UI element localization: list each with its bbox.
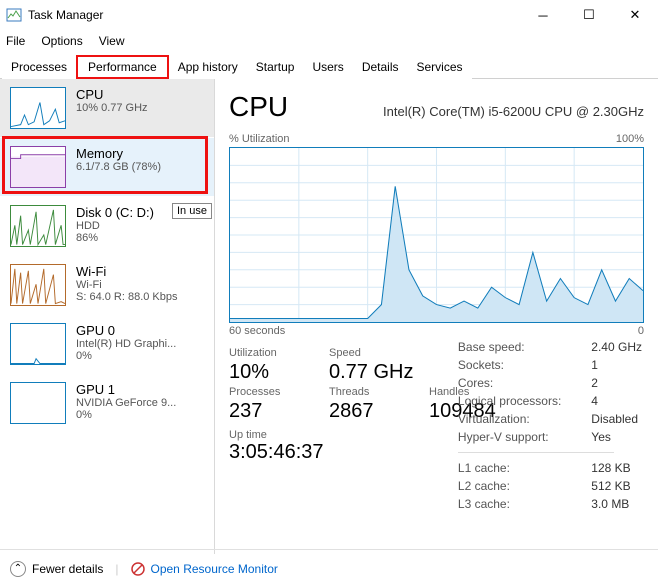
maximize-button[interactable]: ☐ — [566, 0, 612, 30]
tab-details[interactable]: Details — [353, 55, 408, 79]
utilization-value: 10% — [229, 361, 329, 384]
tab-processes[interactable]: Processes — [2, 55, 76, 79]
l3-label: L3 cache: — [458, 496, 589, 512]
wifi-thumb-icon — [10, 264, 66, 306]
disk-tooltip: In use — [172, 203, 212, 219]
speed-label: Speed — [329, 347, 429, 359]
hyperv-label: Hyper-V support: — [458, 429, 589, 445]
sidebar-cpu-sub: 10% 0.77 GHz — [76, 102, 148, 114]
sockets-value: 1 — [591, 357, 642, 373]
chart-label-top-right: 100% — [616, 133, 644, 145]
chart-label-bottom-right: 0 — [638, 325, 644, 337]
menu-view[interactable]: View — [99, 34, 125, 48]
tab-services[interactable]: Services — [408, 55, 472, 79]
gpu1-thumb-icon — [10, 382, 66, 424]
l1-label: L1 cache: — [458, 460, 589, 476]
sidebar-wifi-sub1: Wi-Fi — [76, 279, 178, 291]
cores-label: Cores: — [458, 375, 589, 391]
sidebar-memory-sub: 6.1/7.8 GB (78%) — [76, 161, 161, 173]
task-manager-icon — [6, 7, 22, 23]
l2-value: 512 KB — [591, 478, 642, 494]
sidebar-memory-title: Memory — [76, 146, 161, 161]
footer: ⌃ Fewer details | Open Resource Monitor — [0, 549, 658, 587]
sidebar-gpu0-sub1: Intel(R) HD Graphi... — [76, 338, 176, 350]
open-resource-monitor-link[interactable]: Open Resource Monitor — [151, 562, 278, 576]
sidebar: CPU 10% 0.77 GHz Memory 6.1/7.8 GB (78%)… — [0, 79, 215, 554]
sidebar-disk-sub1: HDD — [76, 220, 154, 232]
sockets-label: Sockets: — [458, 357, 589, 373]
menu-file[interactable]: File — [6, 34, 25, 48]
cpu-chart[interactable] — [229, 147, 644, 323]
sidebar-gpu1-sub2: 0% — [76, 409, 176, 421]
menu-options[interactable]: Options — [41, 34, 82, 48]
l3-value: 3.0 MB — [591, 496, 642, 512]
chevron-up-icon[interactable]: ⌃ — [10, 561, 26, 577]
titlebar: Task Manager ─ ☐ ✕ — [0, 0, 658, 30]
chart-label-bottom-left: 60 seconds — [229, 325, 285, 337]
virtualization-label: Virtualization: — [458, 411, 589, 427]
sidebar-gpu0-title: GPU 0 — [76, 323, 176, 338]
sidebar-disk-title: Disk 0 (C: D:) — [76, 205, 154, 220]
sidebar-gpu1-title: GPU 1 — [76, 382, 176, 397]
sidebar-item-wifi[interactable]: Wi-Fi Wi-Fi S: 64.0 R: 88.0 Kbps — [0, 256, 214, 315]
resource-monitor-icon — [131, 562, 145, 576]
sidebar-item-memory[interactable]: Memory 6.1/7.8 GB (78%) — [0, 138, 214, 197]
l2-label: L2 cache: — [458, 478, 589, 494]
logical-value: 4 — [591, 393, 642, 409]
sidebar-wifi-title: Wi-Fi — [76, 264, 178, 279]
tab-users[interactable]: Users — [303, 55, 352, 79]
main: CPU 10% 0.77 GHz Memory 6.1/7.8 GB (78%)… — [0, 79, 658, 554]
logical-label: Logical processors: — [458, 393, 589, 409]
fewer-details-link[interactable]: Fewer details — [32, 562, 103, 576]
detail-model: Intel(R) Core(TM) i5-6200U CPU @ 2.30GHz — [383, 104, 644, 119]
chart-label-top-left: % Utilization — [229, 133, 290, 145]
window-title: Task Manager — [28, 8, 103, 22]
tab-performance[interactable]: Performance — [76, 55, 169, 79]
sidebar-item-gpu0[interactable]: GPU 0 Intel(R) HD Graphi... 0% — [0, 315, 214, 374]
base-speed-label: Base speed: — [458, 339, 589, 355]
disk-thumb-icon — [10, 205, 66, 247]
sidebar-item-cpu[interactable]: CPU 10% 0.77 GHz — [0, 79, 214, 138]
right-stats: Base speed:2.40 GHz Sockets:1 Cores:2 Lo… — [456, 337, 644, 514]
utilization-label: Utilization — [229, 347, 329, 359]
memory-thumb-icon — [10, 146, 66, 188]
tab-startup[interactable]: Startup — [247, 55, 304, 79]
cpu-thumb-icon — [10, 87, 66, 129]
detail-pane: CPU Intel(R) Core(TM) i5-6200U CPU @ 2.3… — [215, 79, 658, 554]
processes-label: Processes — [229, 386, 329, 398]
detail-title: CPU — [229, 91, 288, 123]
menubar: File Options View — [0, 30, 658, 52]
tab-app-history[interactable]: App history — [169, 55, 247, 79]
sidebar-cpu-title: CPU — [76, 87, 148, 102]
sidebar-disk-sub2: 86% — [76, 232, 154, 244]
minimize-button[interactable]: ─ — [520, 0, 566, 30]
sidebar-item-gpu1[interactable]: GPU 1 NVIDIA GeForce 9... 0% — [0, 374, 214, 433]
threads-label: Threads — [329, 386, 429, 398]
sidebar-wifi-sub2: S: 64.0 R: 88.0 Kbps — [76, 291, 178, 303]
threads-value: 2867 — [329, 400, 429, 423]
sidebar-gpu0-sub2: 0% — [76, 350, 176, 362]
base-speed-value: 2.40 GHz — [591, 339, 642, 355]
cores-value: 2 — [591, 375, 642, 391]
tabs: Processes Performance App history Startu… — [0, 54, 658, 79]
processes-value: 237 — [229, 400, 329, 423]
close-button[interactable]: ✕ — [612, 0, 658, 30]
gpu0-thumb-icon — [10, 323, 66, 365]
sidebar-gpu1-sub1: NVIDIA GeForce 9... — [76, 397, 176, 409]
l1-value: 128 KB — [591, 460, 642, 476]
virtualization-value: Disabled — [591, 411, 642, 427]
hyperv-value: Yes — [591, 429, 642, 445]
